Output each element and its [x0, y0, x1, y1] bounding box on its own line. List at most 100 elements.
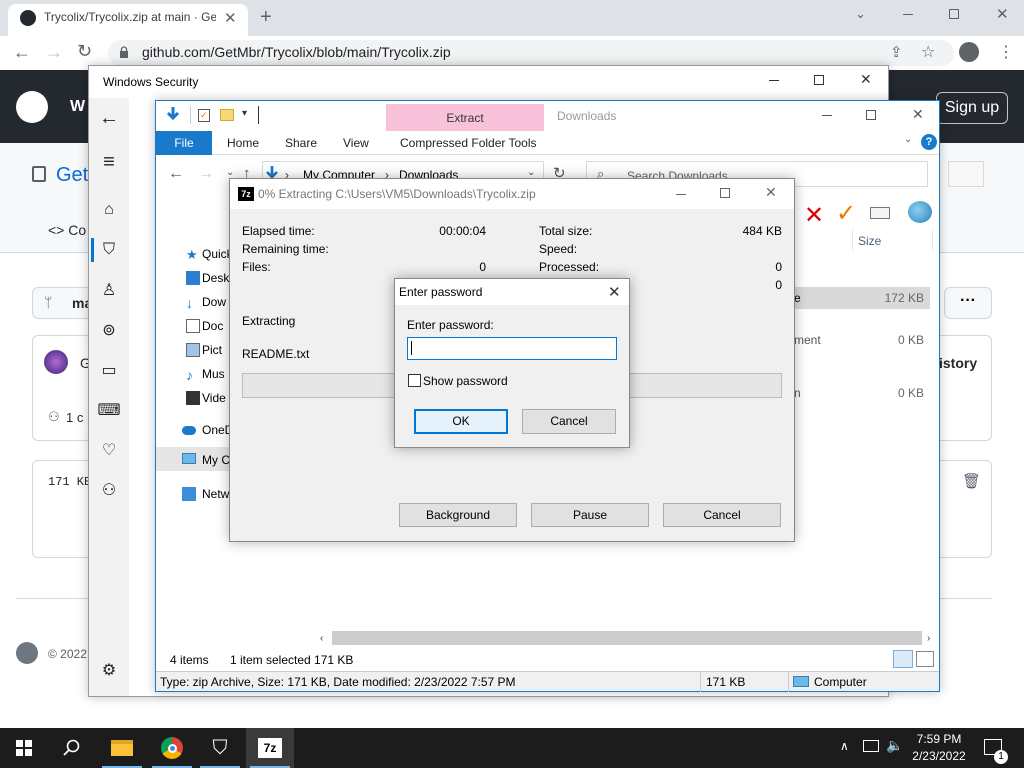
explorer-close-icon[interactable]: ✕ — [912, 106, 924, 123]
nav-music[interactable]: ♪ Mus — [182, 363, 225, 385]
winsec-maximize-icon[interactable] — [814, 75, 824, 85]
firewall-network-icon[interactable]: ⊚ — [97, 318, 121, 342]
ok-button[interactable]: OK — [414, 409, 508, 434]
cancel-extraction-button[interactable]: Cancel — [663, 503, 781, 527]
nav-pictures[interactable]: Pict — [182, 339, 222, 361]
qat-dropdown-icon[interactable]: ▾ — [242, 108, 247, 119]
minimize-icon[interactable] — [903, 14, 913, 15]
background-button[interactable]: Background — [399, 503, 517, 527]
forward-icon[interactable]: → — [45, 42, 63, 63]
restore-icon[interactable] — [949, 9, 959, 19]
back-icon[interactable]: ← — [13, 42, 31, 63]
clock-date[interactable]: 2/23/2022 — [900, 749, 978, 763]
taskbar-windows-security[interactable]: ⛉ — [196, 728, 244, 768]
taskbar-7zip[interactable]: 7z — [246, 728, 294, 768]
password-dialog-close-icon[interactable]: ✕ — [608, 283, 621, 301]
file-row-name-tail[interactable]: ment — [794, 333, 821, 347]
recent-locations-icon[interactable]: ⌄ — [226, 167, 234, 178]
sevenzip-maximize-icon[interactable] — [720, 188, 730, 198]
file-row-name-tail[interactable]: n — [794, 386, 801, 400]
password-input[interactable] — [407, 337, 617, 360]
delete-file-icon[interactable]: 🗑 — [962, 472, 981, 490]
profile-avatar-icon[interactable] — [959, 42, 979, 62]
share-icon[interactable]: ⇪ — [890, 43, 903, 61]
account-protection-icon[interactable]: ♙ — [97, 278, 121, 302]
delete-x-icon[interactable]: ✕ — [804, 201, 824, 230]
tab-home[interactable]: Home — [227, 131, 259, 155]
size-column-header[interactable]: Size — [858, 234, 881, 248]
pause-button[interactable]: Pause — [531, 503, 649, 527]
explorer-back-icon[interactable]: ← — [168, 165, 184, 183]
tab-search-icon[interactable]: ⌄ — [855, 6, 866, 22]
repo-owner-link[interactable]: Get — [56, 164, 88, 187]
horizontal-scrollbar[interactable] — [332, 631, 922, 645]
author-avatar[interactable] — [44, 350, 68, 374]
nav-quick-access[interactable]: ★ Quick — [182, 243, 233, 265]
chrome-menu-icon[interactable]: ⋮ — [998, 42, 1014, 62]
show-password-label[interactable]: Show password — [423, 374, 508, 388]
sign-up-button[interactable]: Sign up — [936, 92, 1008, 124]
winsec-close-icon[interactable]: ✕ — [860, 71, 872, 88]
network-status-icon[interactable] — [863, 740, 879, 752]
new-folder-icon[interactable] — [220, 109, 234, 121]
bookmark-star-icon[interactable]: ☆ — [921, 42, 935, 62]
device-health-icon[interactable]: ♡ — [97, 438, 121, 462]
large-icons-view-icon[interactable] — [916, 651, 934, 667]
info-icon[interactable] — [870, 207, 890, 219]
address-dropdown-icon[interactable]: ⌄ — [527, 167, 535, 178]
code-tab[interactable]: <> Co — [48, 222, 86, 238]
reload-icon[interactable]: ↻ — [77, 41, 92, 62]
scroll-left-icon[interactable]: ‹ — [320, 633, 323, 644]
winsec-back-icon[interactable]: ← — [97, 106, 121, 130]
web-globe-icon[interactable] — [908, 201, 932, 223]
download-arrow-icon[interactable] — [166, 107, 180, 123]
history-link[interactable]: istory — [939, 355, 977, 371]
scroll-right-icon[interactable]: › — [927, 633, 930, 644]
cancel-password-button[interactable]: Cancel — [522, 409, 616, 434]
taskbar-file-explorer[interactable] — [98, 728, 146, 768]
app-browser-control-icon[interactable]: ▭ — [97, 358, 121, 382]
home-icon[interactable]: ⌂ — [97, 198, 121, 222]
details-view-icon[interactable] — [893, 650, 913, 668]
more-options-button[interactable]: ··· — [944, 287, 992, 319]
nav-my-computer[interactable]: My C — [178, 449, 230, 471]
new-tab-icon[interactable]: + — [260, 6, 272, 29]
sevenzip-close-icon[interactable]: ✕ — [765, 184, 777, 201]
nav-documents[interactable]: Doc — [182, 315, 223, 337]
explorer-minimize-icon[interactable] — [822, 115, 832, 116]
ribbon-expand-icon[interactable]: ⌄ — [904, 134, 912, 145]
sevenzip-minimize-icon[interactable] — [676, 194, 686, 195]
extract-context-tab[interactable]: Extract — [386, 104, 544, 131]
family-options-icon[interactable]: ⚇ — [97, 478, 121, 502]
search-options-box[interactable] — [948, 161, 984, 187]
taskbar-chrome[interactable] — [148, 728, 196, 768]
github-logo-icon[interactable] — [16, 91, 48, 123]
clock-time[interactable]: 7:59 PM — [900, 732, 978, 746]
show-hidden-icons-icon[interactable]: ∧ — [840, 739, 849, 753]
nav-videos[interactable]: Vide — [182, 387, 226, 409]
show-password-checkbox[interactable] — [408, 374, 421, 387]
help-icon[interactable]: ? — [921, 134, 937, 150]
nav-network[interactable]: Netw — [178, 483, 229, 505]
test-check-icon[interactable]: ✓ — [836, 199, 856, 228]
explorer-forward-icon[interactable]: → — [198, 165, 214, 183]
tab-share[interactable]: Share — [285, 131, 317, 155]
close-window-icon[interactable]: ✕ — [996, 5, 1009, 23]
contributors-count[interactable]: 1 c — [66, 410, 83, 425]
start-button[interactable] — [0, 728, 48, 768]
settings-gear-icon[interactable]: ⚙ — [97, 658, 121, 682]
tab-view[interactable]: View — [343, 131, 369, 155]
explorer-maximize-icon[interactable] — [866, 110, 876, 120]
tab-compressed-folder-tools[interactable]: Compressed Folder Tools — [400, 131, 537, 155]
taskbar-search-button[interactable] — [48, 728, 96, 768]
nav-onedrive[interactable]: OneD — [178, 419, 233, 441]
winsec-minimize-icon[interactable] — [769, 80, 779, 81]
close-tab-icon[interactable]: ✕ — [224, 9, 237, 27]
password-prompt-label: Enter password: — [407, 318, 494, 332]
nav-desktop[interactable]: Desk — [182, 267, 229, 289]
winsec-menu-icon[interactable]: ≡ — [97, 150, 121, 174]
tab-file[interactable]: File — [156, 131, 212, 155]
device-security-icon[interactable]: ⌨ — [97, 398, 121, 422]
nav-downloads[interactable]: ↓ Dow — [182, 291, 226, 313]
virus-protection-shield-icon[interactable]: ⛉ — [97, 238, 121, 262]
